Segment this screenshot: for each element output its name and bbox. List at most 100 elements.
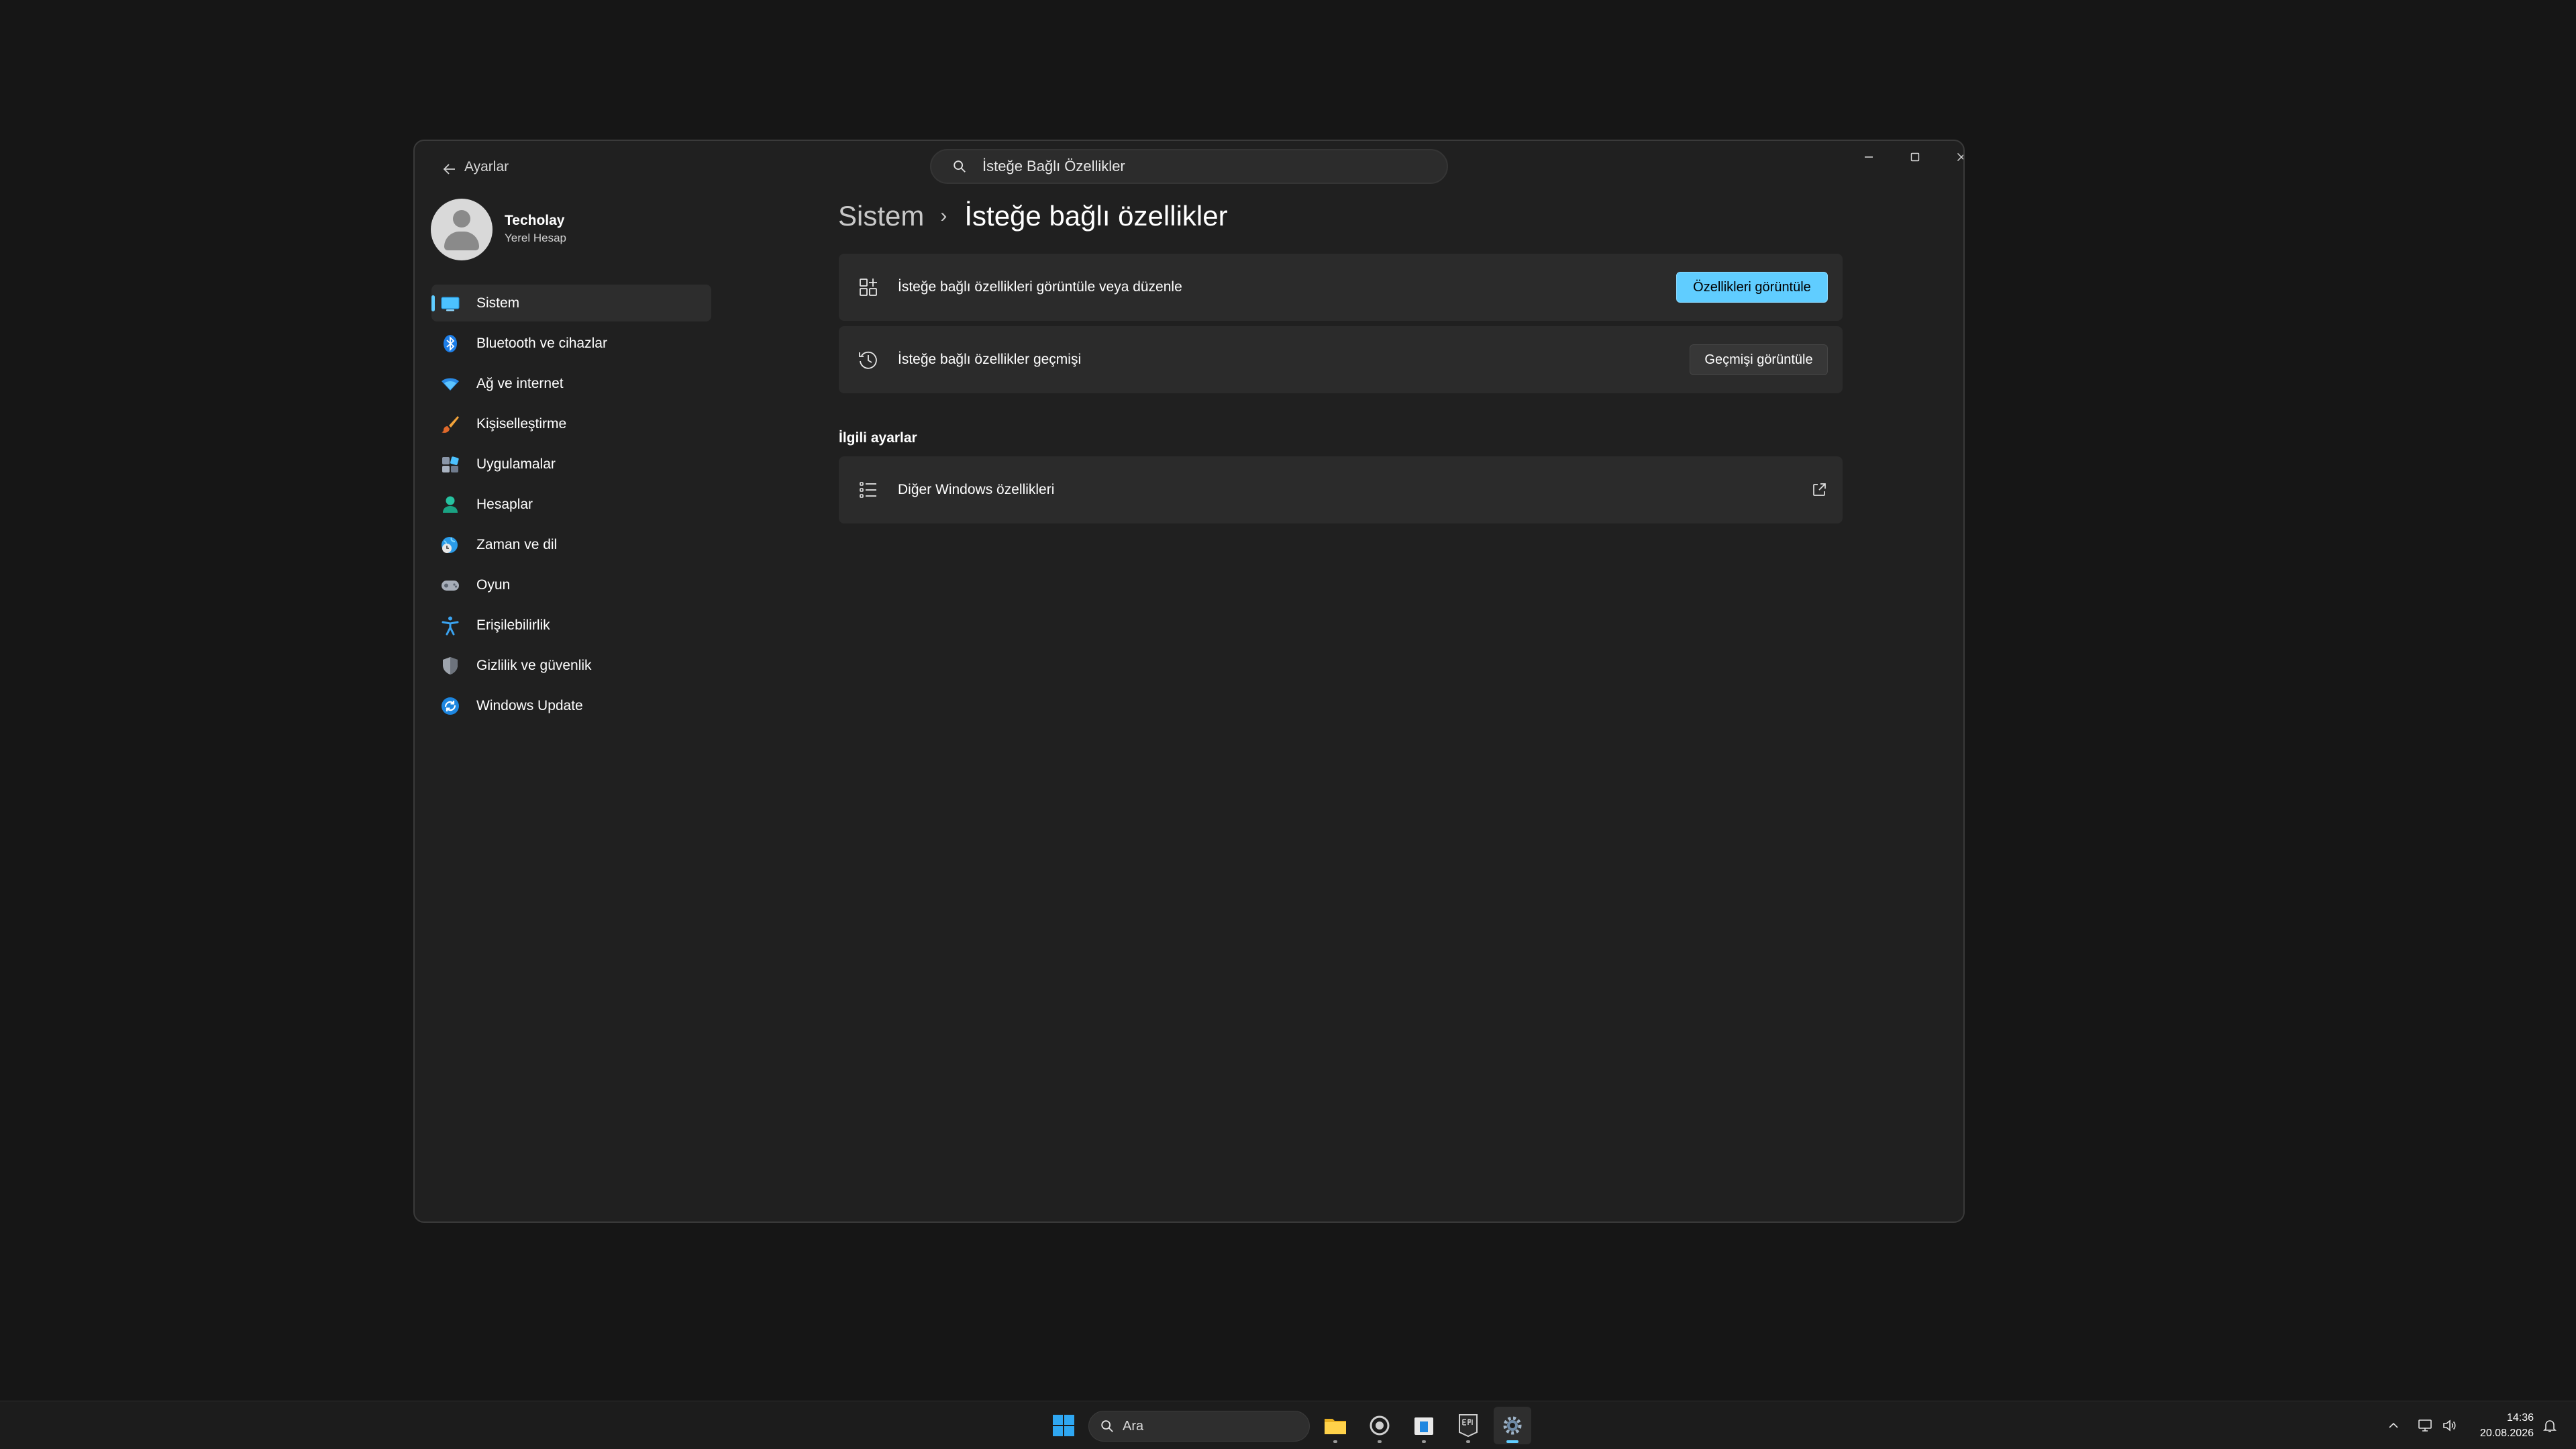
taskbar-app-epic-games[interactable] (1449, 1407, 1487, 1444)
search-input[interactable]: İsteğe Bağlı Özellikler (982, 158, 1125, 175)
sidebar-item-label: Windows Update (476, 697, 583, 713)
view-history-button[interactable]: Geçmişi görüntüle (1690, 344, 1828, 375)
back-arrow-icon (443, 164, 455, 174)
view-features-button[interactable]: Özellikleri görüntüle (1676, 272, 1828, 303)
sidebar-item-label: Kişiselleştirme (476, 415, 567, 432)
related-settings-title: İlgili ayarlar (839, 430, 917, 446)
maximize-button[interactable] (1892, 141, 1938, 173)
shield-icon (443, 657, 458, 674)
card-label: İsteğe bağlı özellikleri görüntüle veya … (898, 279, 1182, 295)
sidebar-item-label: Erişilebilirlik (476, 617, 550, 633)
taskbar-search[interactable]: Ara (1088, 1411, 1310, 1442)
search-icon (946, 153, 973, 180)
person-icon (443, 496, 458, 513)
update-icon (442, 697, 459, 715)
minimize-button[interactable] (1846, 141, 1892, 173)
card-other-windows-features[interactable]: Diğer Windows özellikleri (839, 456, 1843, 523)
avatar[interactable] (431, 199, 493, 260)
close-button[interactable] (1939, 141, 1963, 173)
sidebar-item-gaming[interactable]: Oyun (431, 566, 711, 603)
running-indicator (1378, 1440, 1382, 1443)
volume-tray-button[interactable] (2436, 1411, 2463, 1440)
sidebar-item-label: Hesaplar (476, 496, 533, 512)
history-icon (859, 351, 877, 369)
maximize-icon (1910, 152, 1920, 162)
card-view-edit-features: İsteğe bağlı özellikleri görüntüle veya … (839, 254, 1843, 321)
browser-icon (1370, 1415, 1390, 1436)
sidebar-nav: Sistem Bluetooth ve cihazlar Ağ ve inter… (431, 285, 711, 728)
sidebar-item-privacy-security[interactable]: Gizlilik ve güvenlik (431, 647, 711, 684)
gear-icon (1503, 1416, 1522, 1435)
card-label: Diğer Windows özellikleri (898, 482, 1055, 497)
sidebar-item-accounts[interactable]: Hesaplar (431, 486, 711, 523)
avatar-head (453, 210, 470, 228)
show-hidden-icons-button[interactable] (2380, 1411, 2407, 1440)
sidebar-item-sistem[interactable]: Sistem (431, 285, 711, 321)
taskbar-search-label: Ara (1123, 1418, 1144, 1434)
breadcrumb: Sistem › İsteğe bağlı özellikler (838, 200, 1228, 232)
running-indicator (1422, 1440, 1426, 1443)
sidebar-item-accessibility[interactable]: Erişilebilirlik (431, 607, 711, 644)
wifi-icon (442, 378, 459, 391)
list-icon (860, 482, 876, 498)
taskbar-app-file-explorer[interactable] (1317, 1407, 1354, 1444)
avatar-body (444, 232, 479, 250)
taskbar-app-store[interactable] (1405, 1407, 1443, 1444)
sidebar-item-personalization[interactable]: Kişiselleştirme (431, 405, 711, 442)
card-features-history: İsteğe bağlı özellikler geçmişi Geçmişi … (839, 326, 1843, 393)
sidebar-item-bluetooth[interactable]: Bluetooth ve cihazlar (431, 325, 711, 362)
running-indicator (1333, 1440, 1337, 1443)
gamepad-icon (442, 581, 459, 591)
sidebar-item-label: Ağ ve internet (476, 375, 564, 391)
sidebar-item-label: Uygulamalar (476, 456, 556, 472)
taskbar: Ara 14:36 20.08.2026 (0, 1401, 2576, 1449)
accessibility-icon (442, 616, 459, 636)
sidebar-item-network[interactable]: Ağ ve internet (431, 365, 711, 402)
breadcrumb-separator: › (940, 205, 947, 227)
bell-icon (2543, 1420, 2557, 1432)
speaker-icon (2443, 1419, 2456, 1432)
user-name: Techolay (505, 213, 565, 228)
globe-clock-icon (442, 537, 458, 553)
add-grid-icon (860, 279, 877, 296)
sidebar-item-label: Bluetooth ve cihazlar (476, 335, 607, 351)
close-icon (1957, 153, 1963, 161)
store-icon (1414, 1417, 1433, 1435)
page-title: İsteğe bağlı özellikler (964, 200, 1228, 232)
folder-icon (1325, 1419, 1346, 1434)
sidebar-item-label: Oyun (476, 577, 511, 593)
account-type: Yerel Hesap (505, 232, 566, 244)
apps-icon (442, 456, 459, 472)
chevron-up-icon (2389, 1422, 2398, 1428)
sidebar-item-label: Sistem (476, 295, 520, 311)
running-indicator (1466, 1440, 1470, 1443)
breadcrumb-parent[interactable]: Sistem (838, 200, 924, 232)
sidebar-item-windows-update[interactable]: Windows Update (431, 687, 711, 724)
network-monitor-icon (2418, 1419, 2432, 1432)
title-bar: Ayarlar İsteğe Bağlı Özellikler (415, 141, 1963, 191)
clock-date: 20.08.2026 (2479, 1428, 2534, 1439)
sidebar-item-time-language[interactable]: Zaman ve dil (431, 526, 711, 563)
settings-search-box[interactable]: İsteğe Bağlı Özellikler (930, 149, 1448, 184)
taskbar-clock[interactable]: 14:36 20.08.2026 (2464, 1410, 2534, 1441)
back-button[interactable] (431, 150, 468, 188)
bluetooth-icon (444, 335, 457, 352)
sidebar-item-apps[interactable]: Uygulamalar (431, 446, 711, 483)
minimize-icon (1865, 156, 1873, 158)
clock-time: 14:36 (2506, 1412, 2534, 1423)
app-title: Ayarlar (464, 159, 509, 174)
sidebar-item-label: Zaman ve dil (476, 536, 558, 552)
card-label: İsteğe bağlı özellikler geçmişi (898, 352, 1082, 367)
start-button[interactable] (1045, 1407, 1082, 1444)
brush-icon (442, 416, 459, 433)
active-indicator (1506, 1440, 1518, 1443)
taskbar-app-settings[interactable] (1494, 1407, 1531, 1444)
taskbar-app-browser[interactable] (1361, 1407, 1398, 1444)
sidebar-item-label: Gizlilik ve güvenlik (476, 657, 592, 673)
notifications-button[interactable] (2536, 1411, 2563, 1440)
epic-games-icon (1459, 1414, 1478, 1438)
settings-window: Ayarlar İsteğe Bağlı Özellikler Techolay… (413, 140, 1965, 1223)
monitor-icon (441, 297, 460, 311)
search-icon (1101, 1420, 1113, 1432)
windows-logo-icon (1053, 1415, 1074, 1436)
